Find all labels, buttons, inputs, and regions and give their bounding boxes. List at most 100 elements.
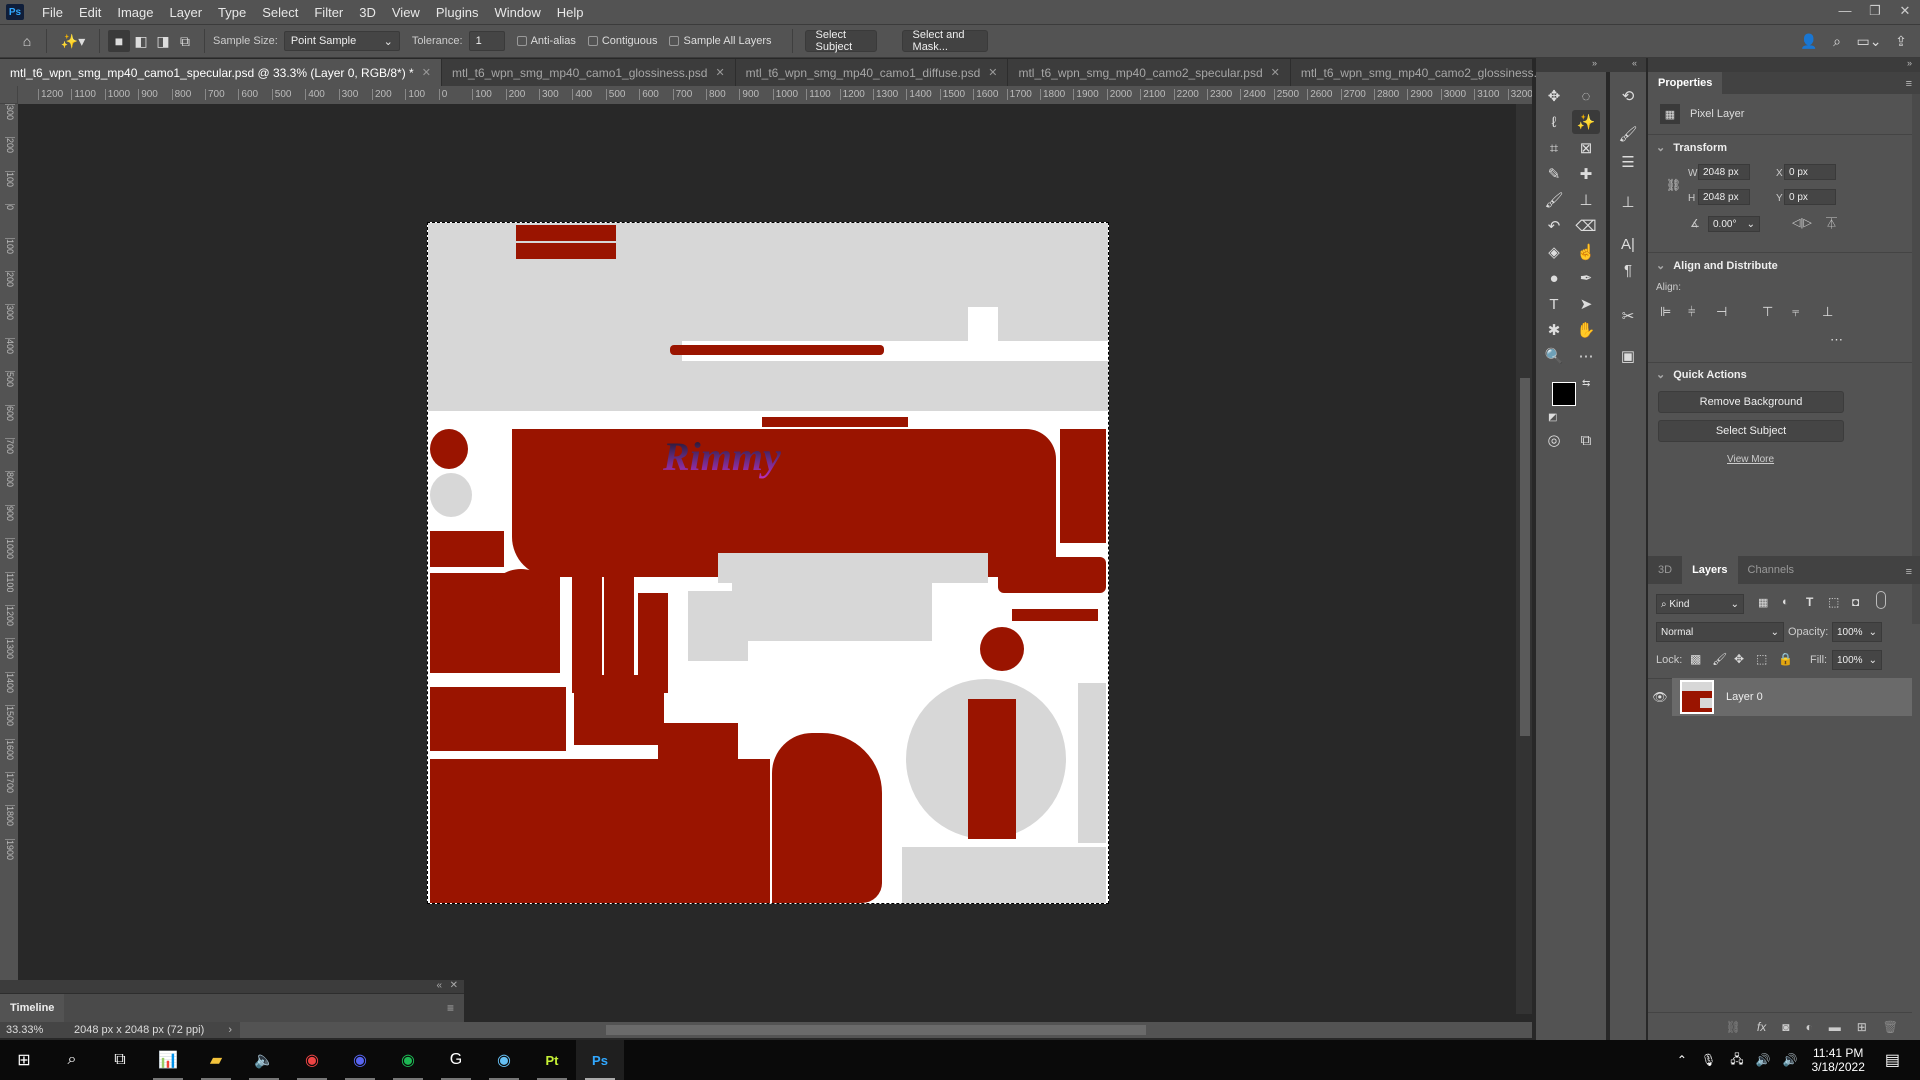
filter-smart-object-icon[interactable]: ◘ [1852, 595, 1859, 609]
history-panel-icon[interactable]: ⟲ [1614, 84, 1642, 108]
history-brush-tool-icon[interactable]: ↶ [1540, 214, 1568, 238]
chevron-right-icon[interactable]: › [228, 1024, 232, 1036]
opacity-field[interactable]: 100% ⌄ [1832, 622, 1882, 642]
close-icon[interactable]: ✕ [422, 66, 431, 79]
fx-icon[interactable]: fx [1757, 1020, 1766, 1034]
path-selection-tool-icon[interactable]: ➤ [1572, 292, 1600, 316]
delete-layer-icon[interactable]: 🗑 [1883, 1020, 1898, 1034]
network-icon[interactable]: 🖧 [1730, 1050, 1743, 1071]
healing-brush-tool-icon[interactable]: ✚ [1572, 162, 1600, 186]
collapse-icon[interactable]: « [436, 980, 442, 991]
chrome-icon[interactable]: ◉ [288, 1040, 336, 1080]
workspace-icon[interactable]: ▭⌄ [1854, 30, 1884, 52]
vertical-scrollbar[interactable] [1516, 104, 1532, 1014]
menu-view[interactable]: View [384, 5, 428, 20]
tab-layers[interactable]: Layers [1682, 556, 1738, 584]
close-icon[interactable]: ✕ [715, 66, 724, 79]
filter-type-icon[interactable]: T [1806, 595, 1813, 609]
speaker-icon[interactable]: 🔊 [1783, 1053, 1798, 1067]
scrollbar-thumb[interactable] [1520, 378, 1530, 736]
lock-transparent-icon[interactable]: ▩ [1690, 652, 1701, 666]
x-field[interactable]: 0 px [1784, 164, 1836, 180]
notification-icon[interactable]: ▤ [1885, 1050, 1900, 1070]
blend-mode-dropdown[interactable]: Normal ⌄ [1656, 622, 1784, 642]
tray-overflow-icon[interactable]: ⌃ [1677, 1053, 1687, 1067]
visibility-eye-icon[interactable]: 👁 [1648, 678, 1672, 716]
marquee-tool-icon[interactable]: ◌ [1572, 84, 1600, 108]
select-subject-button[interactable]: Select Subject [1658, 420, 1844, 442]
more-options-icon[interactable]: ⋯ [1830, 332, 1843, 348]
lock-artboard-icon[interactable]: ⬚ [1756, 652, 1767, 666]
lock-position-icon[interactable]: ✥ [1734, 652, 1744, 666]
link-icon[interactable]: ⛓ [1666, 178, 1681, 192]
pen-tool-icon[interactable]: ✒ [1572, 266, 1600, 290]
remove-background-button[interactable]: Remove Background [1658, 391, 1844, 413]
logitech-g-hub-icon[interactable]: G [432, 1040, 480, 1080]
link-layers-icon[interactable]: ⛓ [1726, 1020, 1741, 1034]
custom-shape-tool-icon[interactable]: ✱ [1540, 318, 1568, 342]
move-tool-icon[interactable]: ✥ [1540, 84, 1568, 108]
panel-menu-icon[interactable]: ≡ [1906, 78, 1912, 90]
speaker-icon[interactable]: 🔊 [1756, 1053, 1771, 1067]
frame-tool-icon[interactable]: ⊠ [1572, 136, 1600, 160]
align-left-icon[interactable]: ⊫ [1660, 304, 1671, 320]
height-field[interactable]: 2048 px [1698, 189, 1750, 205]
lock-image-icon[interactable]: 🖌 [1712, 652, 1727, 666]
dodge-tool-icon[interactable]: ● [1540, 266, 1568, 290]
menu-3d[interactable]: 3D [351, 5, 384, 20]
sample-all-layers-checkbox[interactable]: Sample All Layers [669, 35, 772, 47]
y-field[interactable]: 0 px [1784, 189, 1836, 205]
view-more-link[interactable]: View More [1727, 454, 1774, 465]
close-icon[interactable]: ✕ [988, 66, 997, 79]
menu-layer[interactable]: Layer [162, 5, 211, 20]
menu-image[interactable]: Image [109, 5, 161, 20]
hand-tool-icon[interactable]: ✋ [1572, 318, 1600, 342]
crop-tool-icon[interactable]: ⌗ [1540, 136, 1568, 160]
flip-vertical-icon[interactable]: ⏄ [1826, 215, 1837, 231]
anti-alias-checkbox[interactable]: Anti-alias [516, 35, 576, 47]
transform-section[interactable]: ⌄ Transform [1656, 141, 1727, 155]
close-button[interactable]: ✕ [1890, 0, 1920, 22]
paint-bucket-tool-icon[interactable]: ◈ [1540, 240, 1568, 264]
menu-edit[interactable]: Edit [71, 5, 109, 20]
restore-button[interactable]: ❐ [1860, 0, 1890, 22]
minimize-button[interactable]: — [1830, 0, 1860, 22]
clock[interactable]: 11:41 PM 3/18/2022 [1811, 1046, 1864, 1074]
quick-mask-icon[interactable]: ◎ [1540, 428, 1568, 452]
menu-type[interactable]: Type [210, 5, 254, 20]
tab-camo1-diffuse[interactable]: mtl_t6_wpn_smg_mp40_camo1_diffuse.psd ✕ [736, 59, 1009, 86]
sample-size-dropdown[interactable]: Point Sample ⌄ [283, 31, 400, 51]
paragraph-panel-icon[interactable]: ¶ [1614, 258, 1642, 282]
libraries-panel-icon[interactable]: ▣ [1614, 344, 1642, 368]
volume-mixer-icon[interactable]: 🔈 [240, 1040, 288, 1080]
new-selection-icon[interactable]: ■ [108, 30, 130, 52]
swap-colors-icon[interactable]: ⇆ [1582, 378, 1590, 389]
close-icon[interactable]: ✕ [1271, 66, 1280, 79]
discord-icon[interactable]: ◉ [336, 1040, 384, 1080]
filter-shape-icon[interactable]: ⬚ [1828, 595, 1839, 609]
quick-actions-section[interactable]: ⌄ Quick Actions [1656, 368, 1747, 382]
contiguous-checkbox[interactable]: Contiguous [587, 35, 657, 47]
substance-painter-icon[interactable]: Pt [528, 1040, 576, 1080]
home-icon[interactable]: ⌂ [16, 30, 38, 52]
select-and-mask-button[interactable]: Select and Mask... [901, 29, 988, 53]
lasso-tool-icon[interactable]: ℓ [1540, 110, 1568, 134]
type-tool-icon[interactable]: T [1540, 292, 1568, 316]
add-mask-icon[interactable]: ◙ [1782, 1020, 1789, 1034]
magic-wand-tool-icon[interactable]: ✨ [1572, 110, 1600, 134]
default-colors-icon[interactable]: ◩ [1548, 412, 1557, 423]
steam-icon[interactable]: ◉ [480, 1040, 528, 1080]
magic-wand-preset-icon[interactable]: ✨▾ [55, 30, 91, 52]
tools-panel-icon[interactable]: ✂ [1614, 304, 1642, 328]
task-manager-icon[interactable]: 📊 [144, 1040, 192, 1080]
screen-mode-icon[interactable]: ⧉ [1572, 428, 1600, 452]
document-canvas[interactable]: Rimmy [427, 222, 1109, 904]
search-icon[interactable]: ⌕ [1826, 30, 1848, 52]
menu-select[interactable]: Select [254, 5, 306, 20]
menu-window[interactable]: Window [486, 5, 548, 20]
tab-3d[interactable]: 3D [1648, 556, 1682, 584]
file-explorer-icon[interactable]: ▰ [192, 1040, 240, 1080]
adjustments-icon[interactable]: ☰ [1614, 150, 1642, 174]
tab-camo1-glossiness[interactable]: mtl_t6_wpn_smg_mp40_camo1_glossiness.psd… [442, 59, 736, 86]
angle-field[interactable]: 0.00° ⌄ [1708, 216, 1760, 232]
